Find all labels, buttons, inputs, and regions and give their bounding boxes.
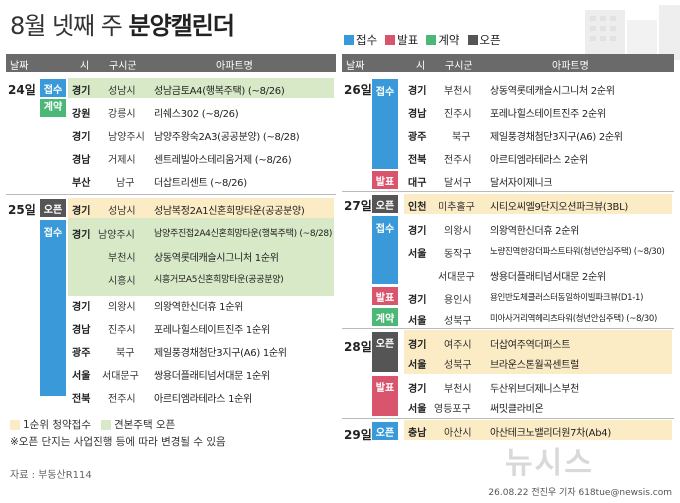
table-header: 날짜 시 구시군 아파트명 [6, 54, 336, 72]
date-label: 29일 [344, 428, 372, 442]
badge-open: 오픈 [40, 199, 66, 217]
title-bold: 분양캘린더 [128, 12, 235, 40]
badge-announce: 발표 [372, 171, 398, 189]
right-table: 날짜 시 구시군 아파트명 26일 접수 발표 27일 오픈 접수 발표 계약 … [342, 54, 674, 454]
legend-item: 오픈 [467, 32, 501, 48]
legend-item: 계약 [426, 32, 460, 48]
building-illustration [585, 5, 680, 60]
badge-open: 오픈 [372, 195, 398, 213]
badge-announce: 발표 [372, 376, 398, 416]
watermark: 뉴시스 [505, 446, 594, 481]
title-light: 8월 넷째 주 [10, 12, 123, 40]
credit-text: 26.08.22 전진우 기자 618tue@newsis.com [488, 488, 672, 498]
legend-swatch [426, 35, 437, 45]
legend-swatch [467, 35, 478, 45]
date-label: 25일 [8, 203, 36, 217]
source-text: 자료 : 부동산R114 [10, 470, 92, 481]
badge-receipt: 접수 [40, 220, 66, 396]
left-table: 날짜 시 구시군 아파트명 24일 접수 계약 25일 오픈 접수 경기 성남시 성… [6, 54, 336, 405]
date-label: 24일 [8, 83, 36, 97]
badge-contract: 계약 [372, 308, 398, 326]
footnote-note: ※오픈 단지는 사업진행 등에 따라 변경될 수 있음 [10, 436, 226, 448]
legend-swatch [385, 35, 396, 45]
legend-item: 발표 [385, 32, 418, 48]
badge-receipt: 접수 [372, 79, 398, 169]
date-label: 26일 [344, 83, 372, 97]
badge-open: 오픈 [372, 422, 398, 440]
legend-swatch [344, 35, 354, 45]
legend: 접수 발표 계약 오픈 [344, 32, 501, 48]
badge-open: 오픈 [372, 332, 398, 372]
page-title: 8월 넷째 주 분양캘린더 [10, 6, 235, 41]
badge-receipt: 접수 [372, 216, 398, 284]
badge-contract: 계약 [40, 99, 66, 117]
badge-receipt: 접수 [40, 79, 66, 97]
legend-item: 접수 [344, 32, 377, 48]
date-label: 27일 [344, 199, 372, 213]
date-label: 28일 [344, 340, 372, 354]
badge-announce: 발표 [372, 287, 398, 305]
footnote-legend: 1순위 청약접수 견본주택 오픈 [10, 417, 175, 432]
table-header: 날짜 시 구시군 아파트명 [342, 54, 674, 72]
